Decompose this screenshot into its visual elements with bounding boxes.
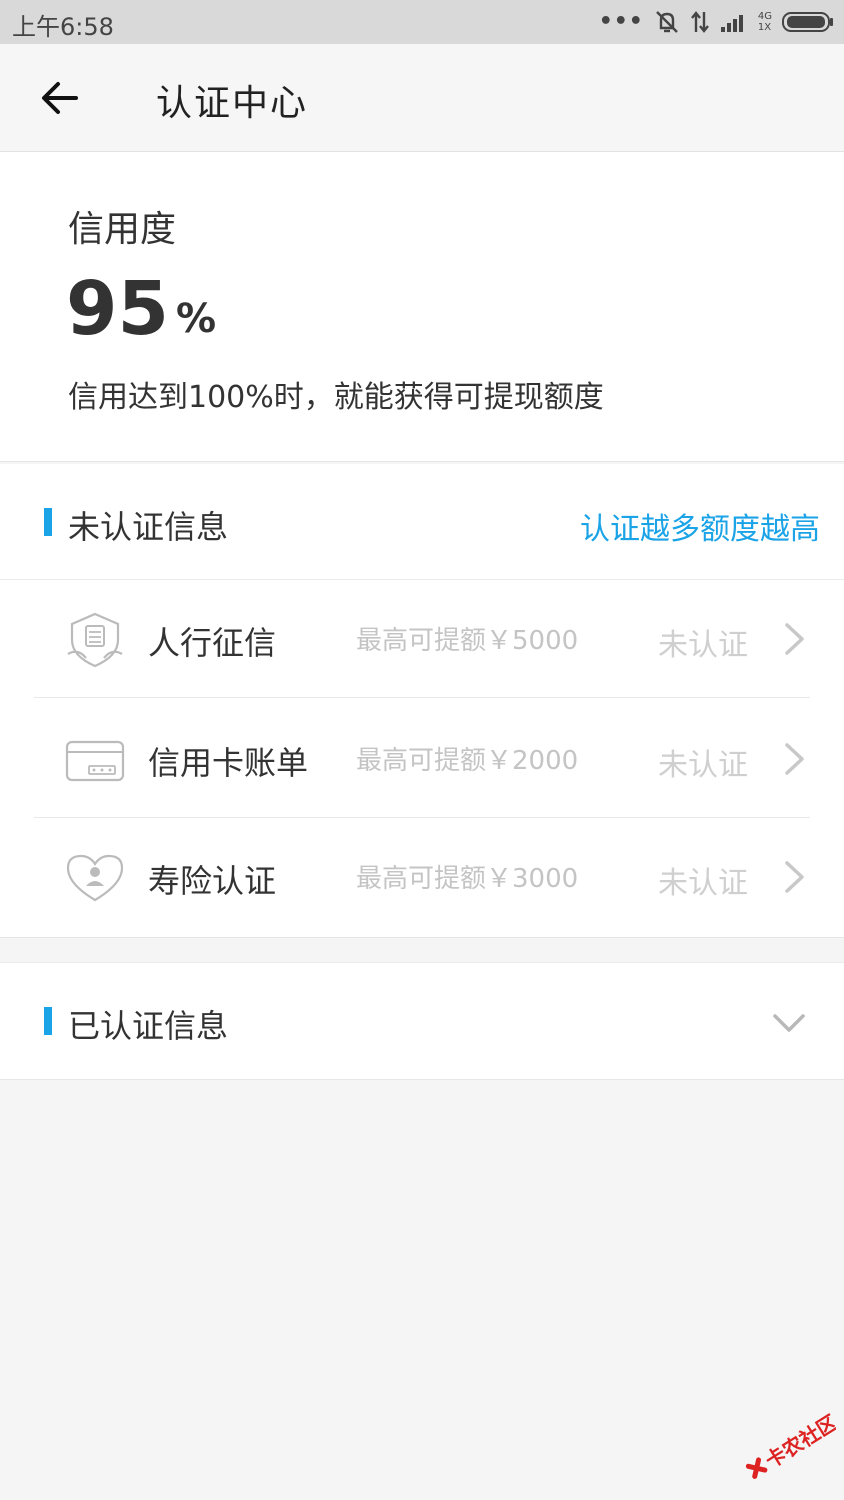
- heart-person-icon: [66, 854, 124, 902]
- item-limit: 最高可提额￥3000: [356, 864, 579, 894]
- item-limit: 最高可提额￥2000: [356, 746, 579, 776]
- status-bar: 上午6:58 ••• 4G 1X: [0, 0, 844, 44]
- status-icons: ••• 4G 1X: [599, 8, 834, 36]
- page-title: 认证中心: [156, 83, 309, 124]
- item-status: 未认证: [658, 628, 748, 663]
- chevron-right-icon: [785, 623, 804, 655]
- verified-section-header[interactable]: 已认证信息: [0, 962, 844, 1080]
- item-name: 人行征信: [148, 624, 277, 662]
- chevron-down-icon: [773, 1014, 805, 1032]
- chevron-right-icon: [785, 861, 804, 893]
- credit-card-icon: [65, 740, 125, 782]
- credit-unit: %: [176, 296, 217, 342]
- item-name: 信用卡账单: [148, 744, 309, 782]
- arrow-left-icon: [42, 82, 78, 114]
- section-marker: [44, 508, 52, 536]
- unverified-list: 人行征信 最高可提额￥5000 未认证 信用卡账单 最高可提额￥2000 未认证…: [0, 580, 844, 938]
- unverified-section-header: 未认证信息 认证越多额度越高: [0, 464, 844, 580]
- more-dots-icon: •••: [598, 9, 644, 34]
- status-time: 上午6:58: [12, 13, 114, 41]
- battery-icon: [782, 12, 833, 32]
- shield-credit-icon: [67, 612, 123, 668]
- watermark-icon: 卡农社区: [745, 1410, 842, 1479]
- section-title: 未认证信息: [68, 508, 229, 546]
- credit-label: 信用度: [68, 209, 177, 250]
- watermark-text: 卡农社区: [761, 1410, 836, 1473]
- more-verification-link[interactable]: 认证越多额度越高: [580, 504, 820, 548]
- item-status: 未认证: [658, 866, 748, 901]
- item-name: 寿险认证: [148, 862, 277, 900]
- section-marker: [44, 1007, 52, 1035]
- item-limit: 最高可提额￥5000: [356, 626, 579, 656]
- credit-hint: 信用达到100%时，就能获得可提现额度: [68, 380, 604, 415]
- chevron-right-icon: [785, 743, 804, 775]
- section-title: 已认证信息: [68, 1007, 229, 1045]
- signal-icon: [720, 15, 743, 32]
- list-item-life-insurance[interactable]: 寿险认证 最高可提额￥3000 未认证: [0, 818, 844, 936]
- item-status: 未认证: [658, 748, 748, 783]
- network-type: 4G 1X: [757, 11, 772, 33]
- silent-bell-icon: [656, 11, 678, 33]
- list-item-credit-report[interactable]: 人行征信 最高可提额￥5000 未认证: [0, 580, 844, 698]
- app-bar: 认证中心: [0, 44, 844, 152]
- credit-value: 95: [66, 266, 169, 352]
- back-button[interactable]: [30, 68, 90, 128]
- divider: [34, 697, 810, 698]
- data-transfer-icon: [690, 11, 709, 33]
- watermark-logo: 卡农社区: [736, 1406, 842, 1496]
- credit-summary: 信用度 95 % 信用达到100%时，就能获得可提现额度: [0, 152, 844, 462]
- list-item-credit-card-bill[interactable]: 信用卡账单 最高可提额￥2000 未认证: [0, 700, 844, 818]
